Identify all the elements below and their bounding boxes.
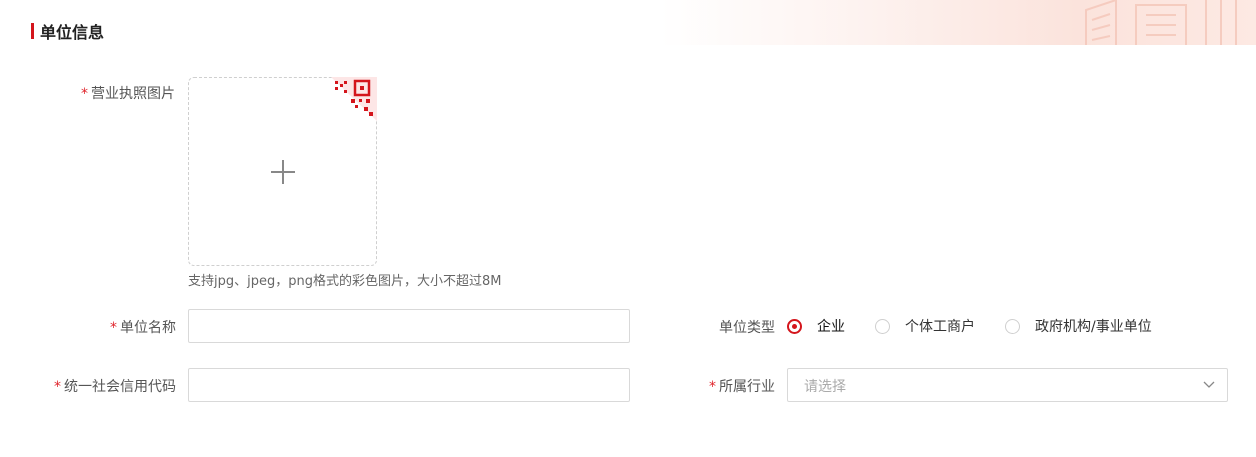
header-decoration	[660, 0, 1256, 45]
chevron-down-icon	[1203, 381, 1215, 388]
industry-label-text: 所属行业	[719, 379, 775, 395]
required-mark: *	[81, 86, 88, 102]
select-placeholder: 请选择	[804, 379, 846, 395]
radio-individual-business[interactable]: 个体工商户	[875, 316, 975, 336]
credit-code-label-text: 统一社会信用代码	[64, 379, 176, 395]
required-mark: *	[709, 379, 716, 395]
radio-label: 企业	[817, 319, 845, 335]
required-mark: *	[110, 320, 117, 336]
license-label-text: 营业执照图片	[91, 86, 175, 102]
radio-label: 个体工商户	[905, 319, 975, 335]
industry-label: * 所属行业	[690, 376, 775, 396]
name-label-text: 单位名称	[120, 320, 176, 336]
title-accent-bar	[31, 23, 34, 39]
credit-code-input[interactable]	[188, 368, 630, 402]
industry-select[interactable]: 请选择	[787, 368, 1228, 402]
unit-type-radio-group: 企业 个体工商户 政府机构/事业单位	[787, 316, 1182, 336]
radio-government[interactable]: 政府机构/事业单位	[1005, 316, 1152, 336]
unit-name-input[interactable]	[188, 309, 630, 343]
required-mark: *	[54, 379, 61, 395]
credit-code-label: * 统一社会信用代码	[20, 376, 176, 396]
building-graphic	[1085, 0, 1237, 45]
name-label: * 单位名称	[60, 317, 176, 337]
section-title-text: 单位信息	[40, 23, 105, 42]
radio-circle	[875, 318, 890, 334]
license-label: * 营业执照图片	[60, 83, 175, 103]
radio-circle-checked	[787, 318, 802, 334]
radio-label: 政府机构/事业单位	[1035, 319, 1152, 335]
upload-hint: 支持jpg、jpeg，png格式的彩色图片，大小不超过8M	[188, 274, 502, 289]
radio-enterprise[interactable]: 企业	[787, 316, 845, 336]
qr-code-icon[interactable]	[331, 77, 377, 121]
radio-circle	[1005, 318, 1020, 334]
plus-icon	[271, 160, 295, 184]
type-label: 单位类型	[719, 320, 775, 336]
section-title: 单位信息	[31, 21, 105, 42]
license-upload-area[interactable]	[188, 77, 377, 266]
